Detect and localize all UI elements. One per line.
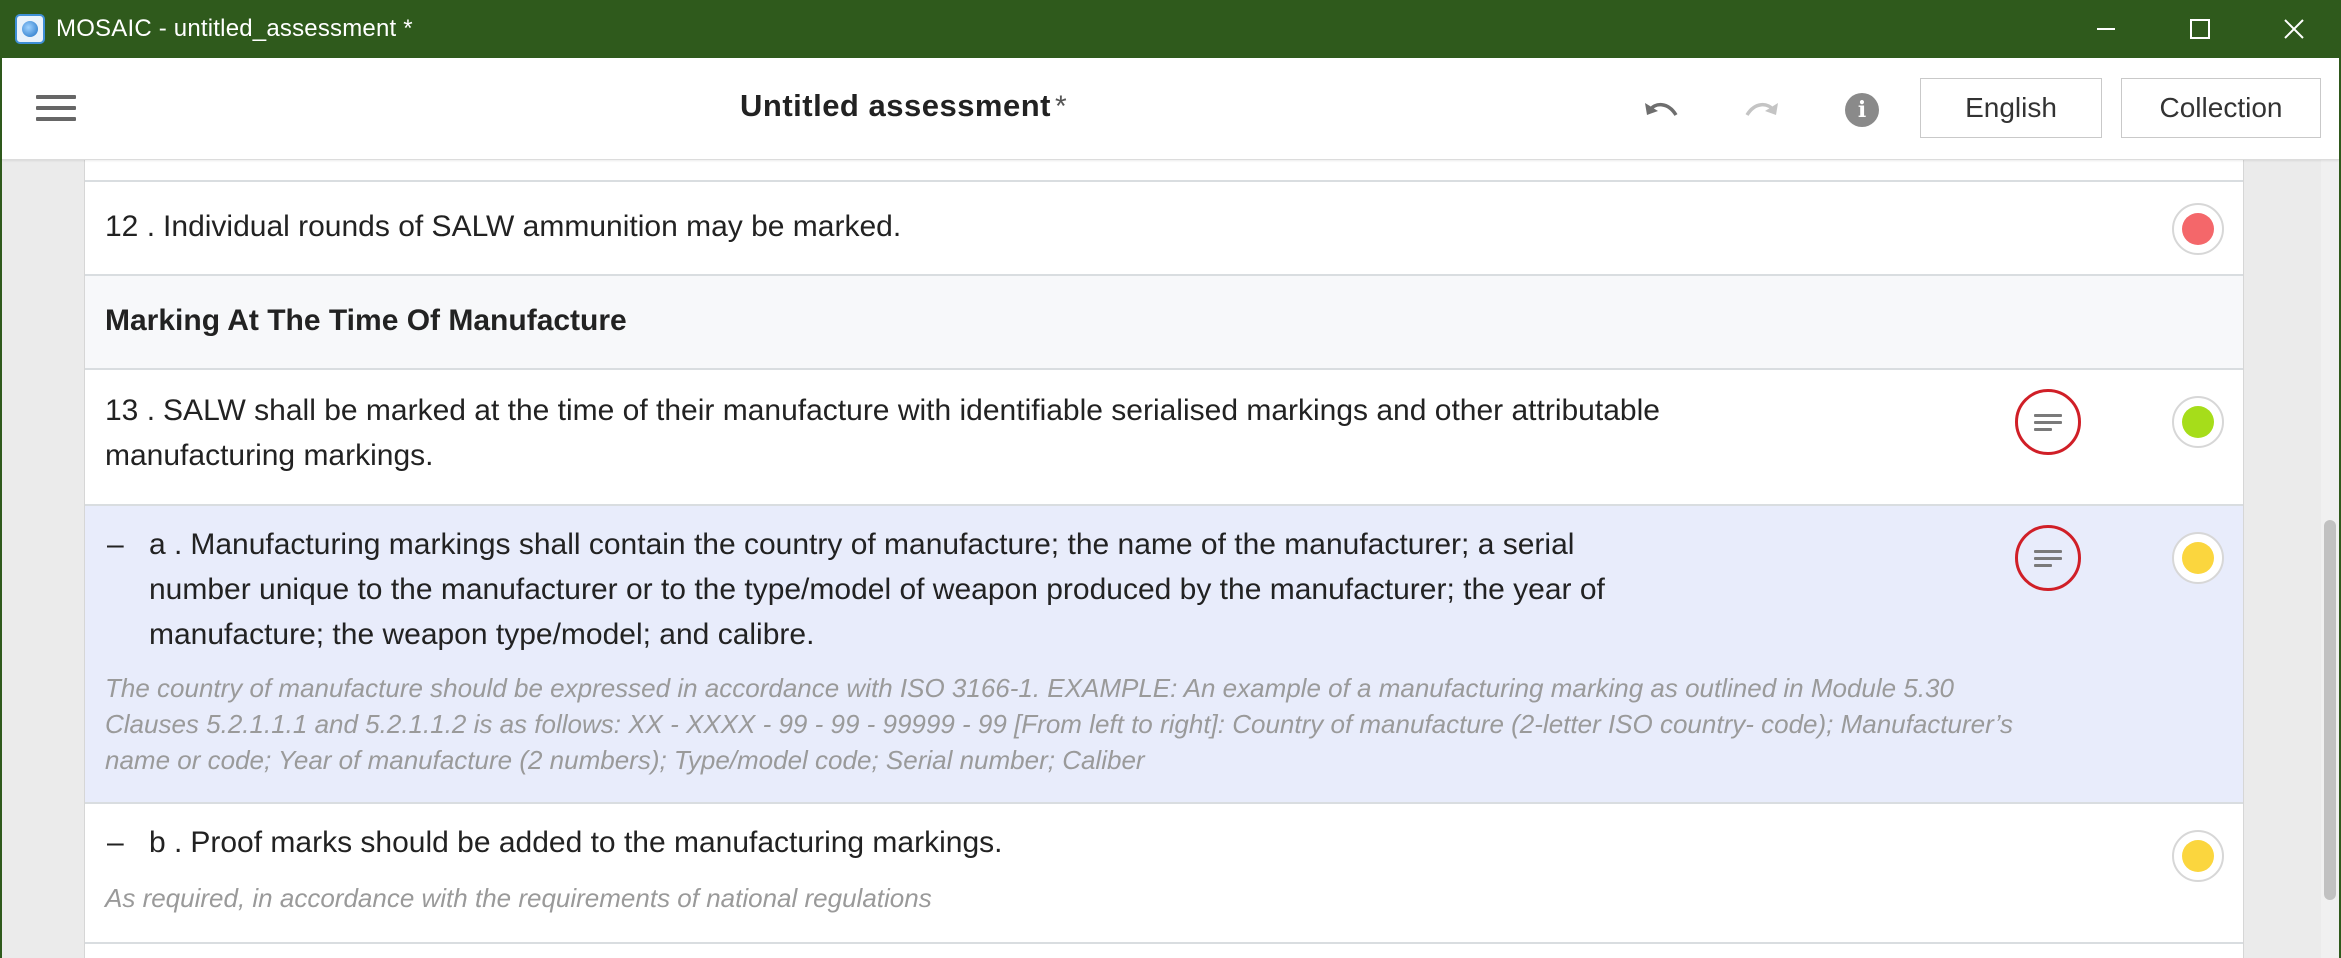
window-titlebar: MOSAIC - untitled_assessment * bbox=[0, 0, 2341, 58]
sub-requirement-text: b . Proof marks should be added to the ma… bbox=[149, 820, 1002, 865]
minimize-icon bbox=[2097, 28, 2115, 30]
guidance-line1: The country of manufacture should be exp… bbox=[105, 673, 1954, 703]
previous-row bbox=[85, 160, 2243, 182]
info-icon: i bbox=[1845, 93, 1879, 127]
comment-button[interactable] bbox=[2015, 525, 2081, 591]
sub-requirement-label: Proof marks should be added to the manuf… bbox=[190, 826, 1003, 859]
maximize-button[interactable] bbox=[2153, 0, 2247, 58]
requirement-label-line1: SALW shall be marked at the time of thei… bbox=[163, 394, 1660, 427]
status-indicator[interactable] bbox=[2172, 830, 2224, 882]
requirement-row-12: 12 . Individual rounds of SALW ammunition… bbox=[85, 182, 2243, 276]
requirement-label: Individual rounds of SALW ammunition may… bbox=[163, 210, 902, 243]
section-title: Marking At The Time Of Manufacture bbox=[105, 304, 627, 337]
status-indicator[interactable] bbox=[2172, 396, 2224, 448]
comment-lines-icon bbox=[2034, 546, 2062, 571]
status-red bbox=[2182, 213, 2214, 245]
mosaic-app-icon bbox=[15, 14, 45, 44]
status-indicator[interactable] bbox=[2172, 532, 2224, 584]
collapse-dash[interactable]: – bbox=[107, 826, 124, 860]
assessment-content-panel: 12 . Individual rounds of SALW ammunition… bbox=[84, 160, 2244, 958]
maximize-icon bbox=[2190, 19, 2210, 39]
sub-requirement-row-b[interactable]: – b . Proof marks should be added to the … bbox=[85, 804, 2243, 944]
sub-requirement-letter: a . bbox=[149, 528, 183, 561]
assessment-title: Untitled assessment bbox=[740, 88, 1051, 123]
undo-button[interactable] bbox=[1639, 90, 1683, 130]
requirement-text: 12 . Individual rounds of SALW ammunition… bbox=[105, 204, 901, 249]
close-icon bbox=[2284, 19, 2304, 39]
undo-icon bbox=[1645, 103, 1678, 117]
status-indicator[interactable] bbox=[2172, 203, 2224, 255]
redo-icon bbox=[1745, 103, 1778, 117]
status-yellow bbox=[2182, 840, 2214, 872]
requirement-text: 13 . SALW shall be marked at the time of … bbox=[105, 388, 1660, 478]
minimize-button[interactable] bbox=[2059, 0, 2153, 58]
window-title: MOSAIC - untitled_assessment * bbox=[56, 15, 413, 42]
requirement-number: 12 . bbox=[105, 210, 156, 243]
comment-button[interactable] bbox=[2015, 389, 2081, 455]
unsaved-marker: * bbox=[1055, 90, 1068, 123]
collapse-dash[interactable]: – bbox=[107, 528, 124, 562]
guidance-note: As required, in accordance with the requ… bbox=[105, 883, 932, 913]
sub-requirement-line1: Manufacturing markings shall contain the… bbox=[190, 528, 1575, 561]
guidance-line2: Clauses 5.2.1.1.1 and 5.2.1.1.2 is as fo… bbox=[105, 709, 2014, 739]
requirement-number: 13 . bbox=[105, 394, 156, 427]
hamburger-menu-icon[interactable] bbox=[36, 95, 76, 123]
requirement-row-13: 13 . SALW shall be marked at the time of … bbox=[85, 370, 2243, 506]
info-button[interactable]: i bbox=[1840, 90, 1884, 130]
guidance-line3: name or code; Year of manufacture (2 num… bbox=[105, 745, 1145, 775]
guidance-note: The country of manufacture should be exp… bbox=[105, 670, 2013, 778]
sub-requirement-row-a[interactable]: – a . Manufacturing markings shall contai… bbox=[85, 506, 2243, 804]
status-green bbox=[2182, 406, 2214, 438]
section-header-row: Marking At The Time Of Manufacture bbox=[85, 276, 2243, 370]
status-yellow bbox=[2182, 542, 2214, 574]
sub-requirement-line2: number unique to the manufacturer or to … bbox=[149, 573, 1605, 606]
redo-button[interactable] bbox=[1740, 90, 1784, 130]
requirement-label-line2: manufacturing markings. bbox=[105, 439, 434, 472]
sub-requirement-letter: b . bbox=[149, 826, 183, 859]
sub-requirement-line3: manufacture; the weapon type/model; and … bbox=[149, 618, 815, 651]
window-controls bbox=[2059, 0, 2341, 58]
collection-button[interactable]: Collection bbox=[2121, 78, 2321, 138]
sub-requirement-text: a . Manufacturing markings shall contain … bbox=[149, 522, 1605, 657]
page-title: Untitled assessment * bbox=[740, 88, 1067, 124]
language-button[interactable]: English bbox=[1920, 78, 2102, 138]
app-header: Untitled assessment * i English Collectio… bbox=[2, 58, 2339, 160]
comment-lines-icon bbox=[2034, 410, 2062, 435]
scrollbar-thumb[interactable] bbox=[2324, 520, 2336, 900]
close-button[interactable] bbox=[2247, 0, 2341, 58]
